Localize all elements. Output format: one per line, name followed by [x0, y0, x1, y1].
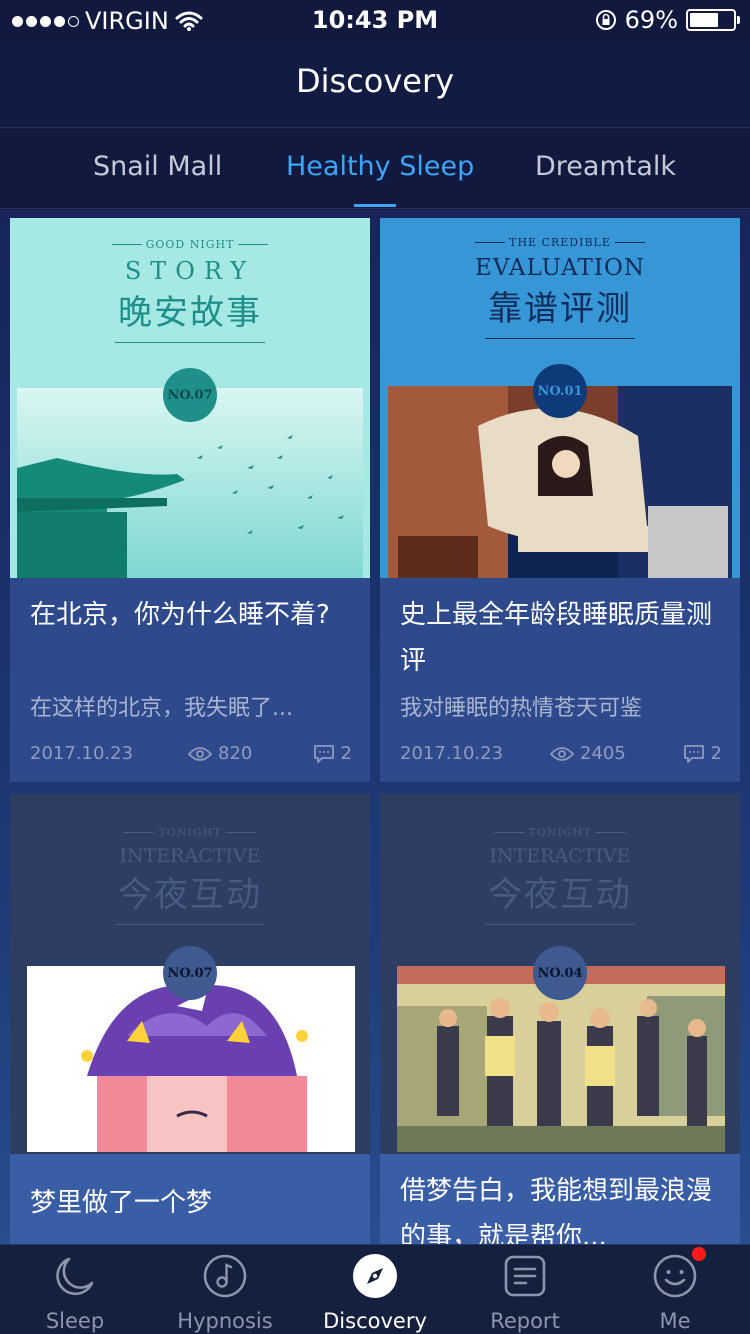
eye-icon — [550, 746, 574, 761]
moon-icon — [56, 1257, 94, 1296]
notification-dot — [692, 1247, 706, 1261]
article-title: 史上最全年龄段睡眠质量测评 — [400, 600, 713, 676]
comment-count-value: 2 — [340, 743, 352, 764]
tab-label: Hypnosis — [177, 1309, 273, 1333]
tab-hypnosis[interactable]: Hypnosis — [150, 1245, 300, 1334]
article-cover-image: TONIGHT INTERACTIVE 今夜互动 NO.04 — [380, 794, 740, 1154]
article-card-body: 在北京，你为什么睡不着? 在这样的北京，我失眠了... 2017.10.23 8… — [10, 578, 370, 782]
issue-badge: NO.07 — [163, 368, 217, 422]
status-right: 69% — [595, 6, 740, 34]
active-tab-indicator — [354, 204, 396, 207]
tab-label: Sleep — [45, 1309, 105, 1333]
smiley-icon — [653, 1254, 697, 1298]
cover-kicker: TONIGHT — [158, 826, 222, 839]
cover-heading: INTERACTIVE — [489, 845, 631, 867]
tab-snail-mall[interactable]: Snail Mall — [93, 151, 222, 182]
cover-heading: INTERACTIVE — [119, 845, 261, 867]
tab-label: Report — [490, 1309, 560, 1333]
article-description: 我对睡眠的热情苍天可鉴 — [400, 696, 643, 721]
article-card-body: 梦里做了一个梦 — [10, 1154, 370, 1244]
tab-me[interactable]: Me — [600, 1245, 750, 1334]
article-cover-image: TONIGHT INTERACTIVE 今夜互动 NO.07 — [10, 794, 370, 1154]
tab-report[interactable]: Report — [450, 1245, 600, 1334]
comment-count: 2 — [683, 743, 722, 764]
article-description: 在这样的北京，我失眠了... — [30, 696, 293, 721]
comment-icon — [313, 744, 334, 763]
view-count-value: 820 — [218, 743, 253, 764]
article-card[interactable]: TONIGHT INTERACTIVE 今夜互动 NO.04 借梦告白，我能想到… — [380, 794, 740, 1244]
cover-kicker: GOOD NIGHT — [145, 238, 235, 251]
eye-icon — [188, 746, 212, 761]
view-count-value: 2405 — [580, 743, 626, 764]
cover-kicker: THE CREDIBLE — [509, 236, 611, 249]
issue-badge: NO.07 — [163, 946, 217, 1000]
tab-label: Discovery — [323, 1309, 427, 1333]
tab-healthy-sleep[interactable]: Healthy Sleep — [286, 151, 474, 182]
article-date: 2017.10.23 — [30, 743, 134, 764]
cover-heading: STORY — [124, 257, 256, 285]
comment-icon — [683, 744, 704, 763]
comment-count-value: 2 — [710, 743, 722, 764]
view-count: 2405 — [550, 743, 626, 764]
view-count: 820 — [188, 743, 252, 764]
tab-discovery[interactable]: Discovery — [300, 1245, 450, 1334]
article-card[interactable]: GOOD NIGHT STORY 晚安故事 NO.07 在北京，你为什么睡不着?… — [10, 218, 370, 782]
issue-badge: NO.04 — [533, 946, 587, 1000]
rotation-lock-icon — [595, 10, 616, 30]
compass-icon — [353, 1254, 397, 1298]
cover-heading-cn: 靠谱评测 — [488, 289, 632, 329]
navigation-bar: Discovery — [0, 40, 750, 128]
cover-heading-cn: 今夜互动 — [118, 875, 262, 915]
battery-percent: 69% — [624, 6, 678, 34]
cover-kicker: TONIGHT — [528, 826, 592, 839]
article-meta: 2017.10.23 820 2 — [30, 743, 352, 771]
music-note-icon — [203, 1254, 247, 1298]
cover-heading: EVALUATION — [475, 255, 645, 281]
article-title: 借梦告白，我能想到最浪漫的事，就是帮你... — [400, 1176, 713, 1244]
article-card-body: 史上最全年龄段睡眠质量测评 我对睡眠的热情苍天可鉴 2017.10.23 240… — [380, 578, 740, 782]
cover-heading-cn: 晚安故事 — [118, 293, 262, 333]
issue-badge: NO.01 — [533, 364, 587, 418]
article-date: 2017.10.23 — [400, 743, 504, 764]
page-title: Discovery — [295, 62, 455, 100]
battery-icon — [686, 9, 740, 31]
cover-heading-cn: 今夜互动 — [488, 875, 632, 915]
article-feed[interactable]: GOOD NIGHT STORY 晚安故事 NO.07 在北京，你为什么睡不着?… — [0, 210, 750, 1244]
bottom-tab-bar: Sleep Hypnosis Discovery Report Me — [0, 1244, 750, 1334]
article-card[interactable]: TONIGHT INTERACTIVE 今夜互动 NO.07 梦里做了一个梦 — [10, 794, 370, 1244]
article-cover-image: GOOD NIGHT STORY 晚安故事 NO.07 — [10, 218, 370, 578]
article-cover-image: THE CREDIBLE EVALUATION 靠谱评测 NO.01 — [380, 218, 740, 578]
tab-dreamtalk[interactable]: Dreamtalk — [535, 151, 676, 182]
tab-label: Me — [659, 1309, 691, 1333]
article-title: 梦里做了一个梦 — [30, 1188, 213, 1218]
article-meta: 2017.10.23 2405 2 — [400, 743, 722, 771]
tab-sleep[interactable]: Sleep — [0, 1245, 150, 1334]
comment-count: 2 — [313, 743, 352, 764]
article-card[interactable]: THE CREDIBLE EVALUATION 靠谱评测 NO.01 史上最全年… — [380, 218, 740, 782]
article-card-body: 借梦告白，我能想到最浪漫的事，就是帮你... — [380, 1154, 740, 1244]
status-bar: VIRGIN 10:43 PM 69% — [0, 0, 750, 40]
segment-tabs: Snail Mall Healthy Sleep Dreamtalk — [0, 129, 750, 209]
report-icon — [504, 1255, 546, 1297]
article-title: 在北京，你为什么睡不着? — [30, 600, 330, 630]
